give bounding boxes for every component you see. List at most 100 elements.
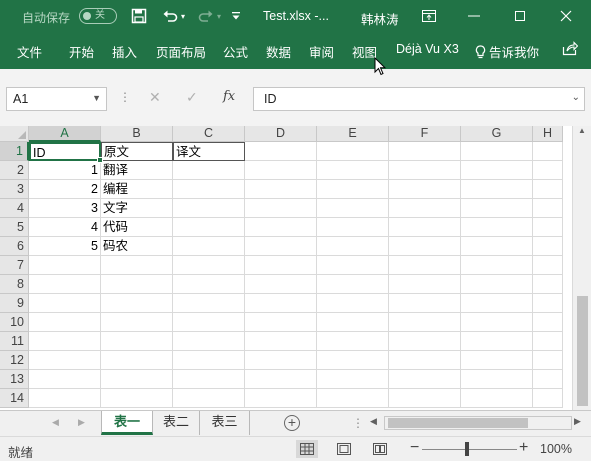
source-text-cell[interactable]: 编程 [101,180,173,199]
column-header[interactable]: B [101,126,173,142]
name-box-dropdown-icon[interactable]: ▼ [92,93,101,103]
grid-cell[interactable] [317,313,389,332]
grid-cell[interactable] [101,332,173,351]
grid-cell[interactable] [461,389,533,408]
grid-cell[interactable] [461,275,533,294]
grid-cell[interactable] [245,332,317,351]
row-header[interactable]: 10 [0,313,29,332]
id-cell[interactable]: 2 [29,180,101,199]
grid-cell[interactable] [461,142,533,161]
share-icon[interactable] [562,41,579,59]
source-text-cell[interactable]: 翻译 [101,161,173,180]
grid-cell[interactable] [245,351,317,370]
column-header[interactable]: E [317,126,389,142]
tab-deja-vu[interactable]: Déjà Vu X3 [396,42,459,56]
row-header[interactable]: 7 [0,256,29,275]
grid-cell[interactable] [317,389,389,408]
grid-cell[interactable] [533,199,563,218]
close-icon[interactable] [556,6,576,26]
grid-cell[interactable] [245,142,317,161]
grid-cell[interactable] [389,351,461,370]
grid-cell[interactable] [101,370,173,389]
column-header[interactable]: H [533,126,563,142]
grid-cell[interactable] [389,142,461,161]
tab-splitter-icon[interactable]: ⋮ [352,416,364,430]
grid-cell[interactable] [389,237,461,256]
tab-file[interactable]: 文件 [17,42,42,61]
grid-cell[interactable] [461,237,533,256]
row-header[interactable]: 2 [0,161,29,180]
zoom-level[interactable]: 100% [540,442,572,456]
grid-cell[interactable] [461,351,533,370]
grid-cell[interactable] [173,218,245,237]
grid-cell[interactable] [317,218,389,237]
formula-input[interactable]: ID ⌄ [253,87,585,111]
grid-cell[interactable] [29,313,101,332]
grid-cell[interactable] [389,256,461,275]
grid-cell[interactable] [461,180,533,199]
row-header[interactable]: 1 [0,142,29,161]
add-sheet-button[interactable]: + [284,415,300,431]
tab-home[interactable]: 开始 [69,42,94,61]
grid-cell[interactable] [533,161,563,180]
grid-cell[interactable] [533,351,563,370]
grid-cell[interactable] [461,199,533,218]
grid-cell[interactable] [173,370,245,389]
grid-cell[interactable] [245,180,317,199]
fill-handle[interactable] [97,157,103,163]
undo-dropdown-icon[interactable]: ▾ [178,6,188,26]
maximize-icon[interactable] [510,6,530,26]
grid-cell[interactable] [533,142,563,161]
grid-cell[interactable] [173,180,245,199]
grid-cell[interactable] [245,313,317,332]
grid-cell[interactable] [101,256,173,275]
grid-cell[interactable] [29,332,101,351]
column-header[interactable]: C [173,126,245,142]
grid-cell[interactable] [245,294,317,313]
grid-cell[interactable] [101,351,173,370]
grid-cell[interactable] [461,161,533,180]
grid-cell[interactable] [533,294,563,313]
column-header[interactable]: G [461,126,533,142]
grid-cell[interactable] [29,294,101,313]
row-header[interactable]: 11 [0,332,29,351]
horizontal-scroll-thumb[interactable] [388,418,528,428]
grid-cell[interactable] [317,275,389,294]
scroll-right-icon[interactable]: ▶ [574,416,581,427]
ribbon-display-options-icon[interactable] [419,6,439,26]
formula-bar-splitter-icon[interactable]: ⋮ [119,90,131,104]
grid-cell[interactable] [533,332,563,351]
grid-cell[interactable] [173,389,245,408]
sheet-tab-3[interactable]: 表三 [200,411,250,435]
grid-cell[interactable] [533,237,563,256]
sheet-next-icon[interactable]: ▶ [78,417,85,428]
autosave-toggle[interactable]: 关 [79,8,117,24]
grid-cell[interactable] [173,256,245,275]
undo-icon[interactable] [160,6,180,26]
tab-data[interactable]: 数据 [266,42,291,61]
grid-cell[interactable] [317,351,389,370]
horizontal-scrollbar[interactable]: ◀ ▶ [370,416,585,430]
grid-cell[interactable] [533,180,563,199]
grid-cell[interactable] [389,370,461,389]
column-header[interactable]: F [389,126,461,142]
cancel-icon[interactable]: ✕ [149,89,161,106]
row-header[interactable]: 3 [0,180,29,199]
normal-view-icon[interactable] [296,440,318,458]
grid-cell[interactable] [173,199,245,218]
source-text-cell[interactable]: 码农 [101,237,173,256]
redo-dropdown-icon[interactable]: ▾ [214,6,224,26]
vertical-scrollbar[interactable]: ▲ [572,126,591,410]
row-header[interactable]: 5 [0,218,29,237]
id-cell[interactable]: 3 [29,199,101,218]
grid-cell[interactable] [317,161,389,180]
tell-me-search[interactable]: 告诉我你 [475,42,539,61]
grid-cell[interactable] [29,370,101,389]
tab-review[interactable]: 审阅 [309,42,334,61]
id-cell[interactable]: 4 [29,218,101,237]
grid-cell[interactable] [533,313,563,332]
grid-cell[interactable] [317,294,389,313]
scroll-left-icon[interactable]: ◀ [370,416,377,427]
select-all-button[interactable] [0,126,29,142]
grid-cell[interactable] [245,161,317,180]
